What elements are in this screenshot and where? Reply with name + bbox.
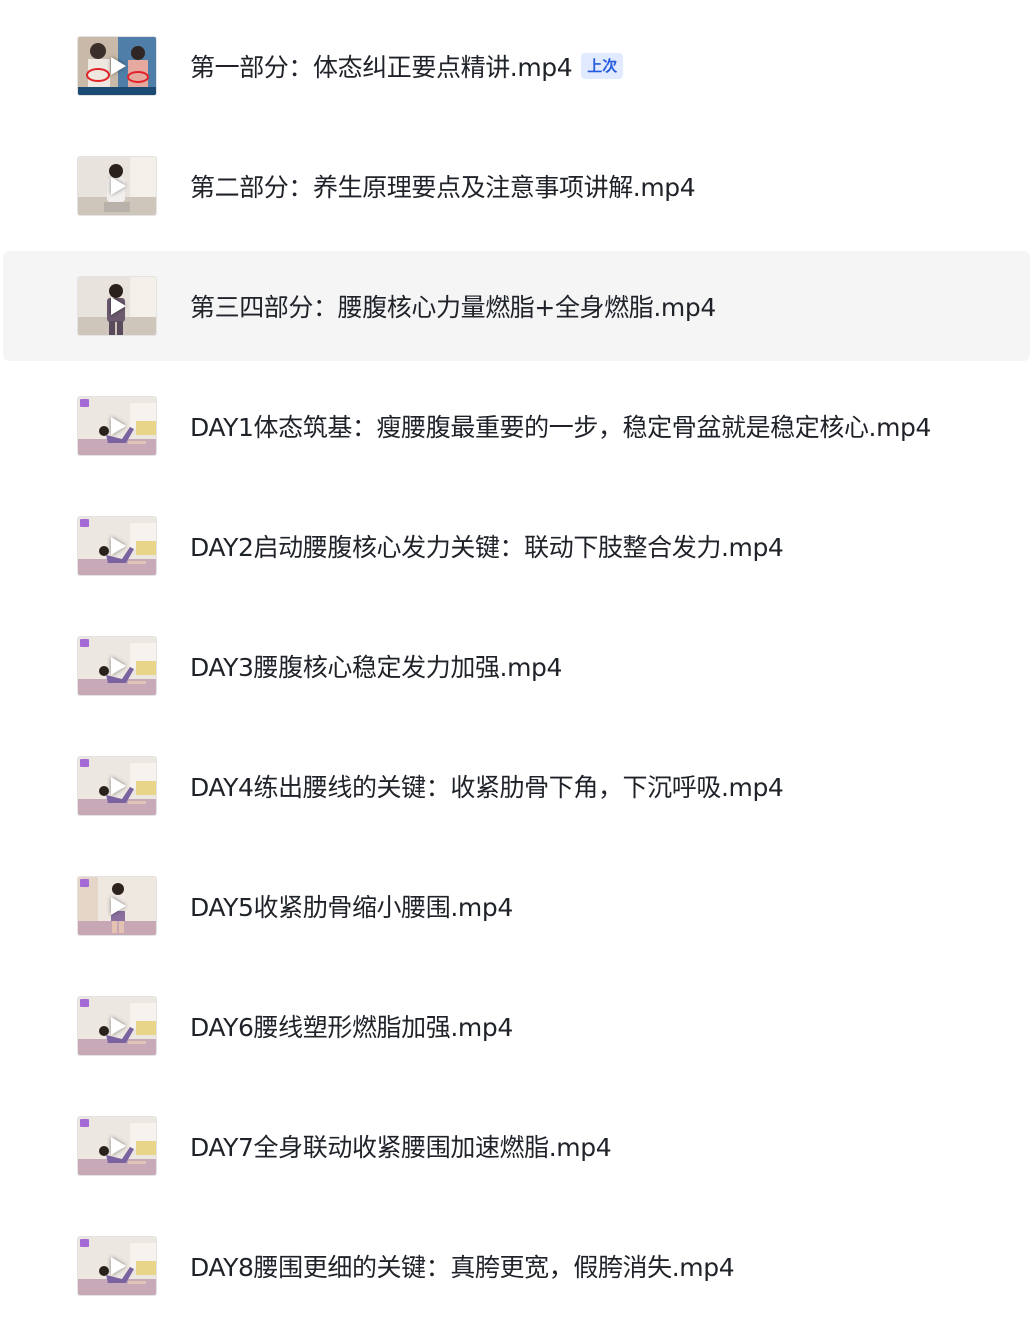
file-title-wrap: DAY8腰围更细的关键：真胯更宽，假胯消失.mp4	[190, 1248, 735, 1284]
channel-tag-icon	[80, 519, 89, 527]
play-icon[interactable]	[111, 1257, 126, 1275]
file-title-wrap: DAY2启动腰腹核心发力关键：联动下肢整合发力.mp4	[190, 528, 784, 564]
play-icon[interactable]	[111, 657, 126, 675]
channel-tag-icon	[80, 879, 89, 887]
play-icon[interactable]	[111, 1017, 126, 1035]
file-title-wrap: 第二部分：养生原理要点及注意事项讲解.mp4	[190, 168, 696, 204]
video-thumbnail[interactable]	[78, 397, 156, 455]
file-title[interactable]: DAY3腰腹核心稳定发力加强.mp4	[190, 648, 562, 684]
file-title-wrap: DAY6腰线塑形燃脂加强.mp4	[190, 1008, 513, 1044]
file-row[interactable]: 第一部分：体态纠正要点精讲.mp4 上次	[0, 6, 1030, 126]
video-thumbnail[interactable]	[78, 1237, 156, 1295]
file-title[interactable]: DAY1体态筑基：瘦腰腹最重要的一步，稳定骨盆就是稳定核心.mp4	[190, 408, 931, 444]
video-thumbnail[interactable]	[78, 997, 156, 1055]
file-row[interactable]: DAY4练出腰线的关键：收紧肋骨下角，下沉呼吸.mp4	[0, 726, 1030, 846]
file-title-wrap: 第三四部分：腰腹核心力量燃脂+全身燃脂.mp4	[190, 288, 716, 324]
file-title[interactable]: DAY6腰线塑形燃脂加强.mp4	[190, 1008, 513, 1044]
video-thumbnail[interactable]	[78, 517, 156, 575]
file-title-wrap: DAY1体态筑基：瘦腰腹最重要的一步，稳定骨盆就是稳定核心.mp4	[190, 408, 931, 444]
file-title[interactable]: DAY8腰围更细的关键：真胯更宽，假胯消失.mp4	[190, 1248, 735, 1284]
file-row[interactable]: DAY3腰腹核心稳定发力加强.mp4	[0, 606, 1030, 726]
file-title[interactable]: 第二部分：养生原理要点及注意事项讲解.mp4	[190, 168, 696, 204]
channel-tag-icon	[80, 399, 89, 407]
file-title-wrap: DAY7全身联动收紧腰围加速燃脂.mp4	[190, 1128, 612, 1164]
video-thumbnail[interactable]	[78, 637, 156, 695]
file-title[interactable]: DAY5收紧肋骨缩小腰围.mp4	[190, 888, 513, 924]
channel-tag-icon	[80, 639, 89, 647]
play-icon[interactable]	[111, 297, 126, 315]
play-icon[interactable]	[111, 177, 126, 195]
last-watched-badge: 上次	[581, 53, 624, 79]
channel-tag-icon	[80, 759, 89, 767]
file-row[interactable]: DAY1体态筑基：瘦腰腹最重要的一步，稳定骨盆就是稳定核心.mp4	[0, 366, 1030, 486]
file-title[interactable]: 第一部分：体态纠正要点精讲.mp4	[190, 48, 573, 84]
file-row[interactable]: 第二部分：养生原理要点及注意事项讲解.mp4	[0, 126, 1030, 246]
file-title[interactable]: DAY2启动腰腹核心发力关键：联动下肢整合发力.mp4	[190, 528, 784, 564]
file-row[interactable]: DAY6腰线塑形燃脂加强.mp4	[0, 966, 1030, 1086]
file-row[interactable]: DAY5收紧肋骨缩小腰围.mp4	[0, 846, 1030, 966]
video-thumbnail[interactable]	[78, 157, 156, 215]
video-thumbnail[interactable]	[78, 757, 156, 815]
video-thumbnail[interactable]	[78, 877, 156, 935]
channel-tag-icon	[80, 1239, 89, 1247]
play-icon[interactable]	[111, 537, 126, 555]
file-title[interactable]: 第三四部分：腰腹核心力量燃脂+全身燃脂.mp4	[190, 288, 716, 324]
file-list: 第一部分：体态纠正要点精讲.mp4 上次第二部分：养生原理要点及注意事项讲解.mp…	[0, 6, 1030, 1326]
file-row[interactable]: DAY8腰围更细的关键：真胯更宽，假胯消失.mp4	[0, 1206, 1030, 1326]
file-row[interactable]: DAY2启动腰腹核心发力关键：联动下肢整合发力.mp4	[0, 486, 1030, 606]
video-thumbnail[interactable]	[78, 277, 156, 335]
play-icon[interactable]	[111, 897, 126, 915]
file-title-wrap: DAY4练出腰线的关键：收紧肋骨下角，下沉呼吸.mp4	[190, 768, 784, 804]
file-title-wrap: 第一部分：体态纠正要点精讲.mp4 上次	[190, 48, 624, 84]
file-row[interactable]: DAY7全身联动收紧腰围加速燃脂.mp4	[0, 1086, 1030, 1206]
play-icon[interactable]	[111, 57, 126, 75]
file-title[interactable]: DAY4练出腰线的关键：收紧肋骨下角，下沉呼吸.mp4	[190, 768, 784, 804]
play-icon[interactable]	[111, 417, 126, 435]
video-thumbnail[interactable]	[78, 1117, 156, 1175]
file-title[interactable]: DAY7全身联动收紧腰围加速燃脂.mp4	[190, 1128, 612, 1164]
channel-tag-icon	[80, 999, 89, 1007]
video-thumbnail[interactable]	[78, 37, 156, 95]
play-icon[interactable]	[111, 777, 126, 795]
file-row[interactable]: 第三四部分：腰腹核心力量燃脂+全身燃脂.mp4	[0, 246, 1030, 366]
file-title-wrap: DAY3腰腹核心稳定发力加强.mp4	[190, 648, 562, 684]
channel-tag-icon	[80, 1119, 89, 1127]
play-icon[interactable]	[111, 1137, 126, 1155]
file-title-wrap: DAY5收紧肋骨缩小腰围.mp4	[190, 888, 513, 924]
